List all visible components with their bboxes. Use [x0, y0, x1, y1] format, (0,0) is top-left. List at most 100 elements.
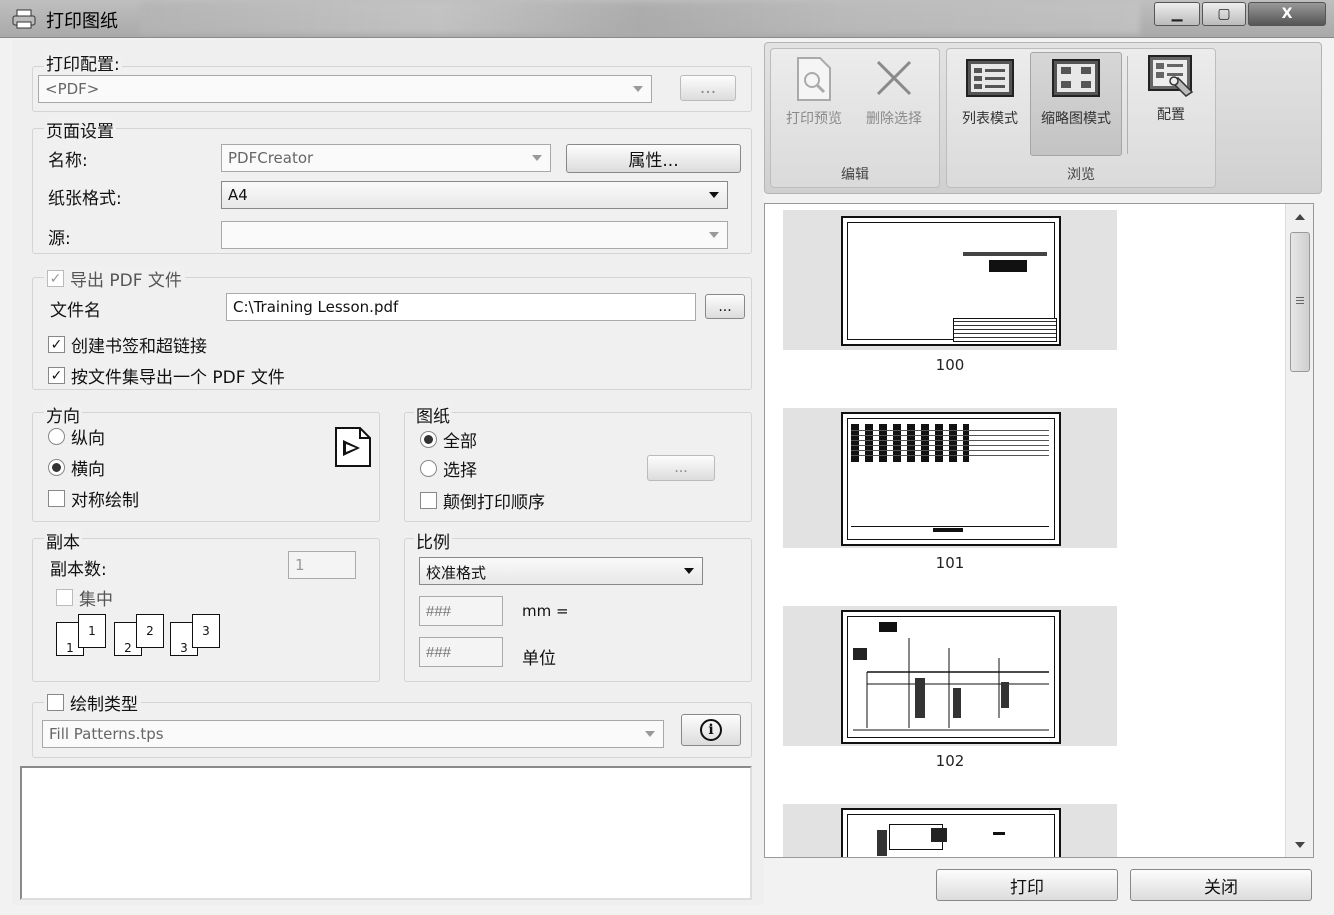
config-button[interactable]: 配置 — [1134, 52, 1208, 124]
chevron-down-icon — [709, 232, 719, 238]
scale-units-input[interactable] — [419, 637, 503, 667]
printer-name-dropdown[interactable]: PDFCreator — [221, 144, 551, 172]
draw-type-checkbox[interactable] — [47, 694, 64, 711]
symmetric-option[interactable]: 对称绘制 — [48, 486, 139, 511]
chevron-down-icon — [709, 192, 719, 198]
sheets-select-more-button[interactable]: ... — [647, 455, 715, 481]
close-window-button[interactable]: X — [1248, 2, 1326, 26]
reverse-order-option[interactable]: 颠倒打印顺序 — [420, 488, 545, 513]
window-title: 打印图纸 — [46, 11, 118, 32]
maximize-button[interactable]: ▢ — [1202, 2, 1246, 26]
sheet-preview — [841, 412, 1061, 546]
scroll-down-icon[interactable] — [1295, 842, 1305, 848]
thumbnail-panel[interactable]: 100 101 102 — [764, 203, 1314, 858]
export-pdf-toggle[interactable]: ✓ 导出 PDF 文件 — [44, 266, 185, 291]
print-config-dropdown[interactable]: <PDF> — [38, 75, 652, 103]
info-button[interactable]: i — [681, 714, 741, 746]
symmetric-checkbox[interactable] — [48, 490, 65, 507]
delete-selection-button[interactable]: 删除选择 — [856, 56, 932, 128]
scale-value: 校准格式 — [426, 564, 487, 582]
collate-checkbox[interactable] — [56, 589, 73, 606]
export-pdf-checkbox[interactable]: ✓ — [47, 270, 64, 287]
single-pdf-checkbox[interactable]: ✓ — [48, 367, 65, 384]
scale-units-label: 单位 — [522, 649, 556, 669]
config-label: 配置 — [1157, 107, 1185, 123]
print-preview-icon — [797, 57, 831, 101]
browse-file-button[interactable]: ... — [705, 294, 745, 319]
thumbnail-scrollbar[interactable] — [1285, 204, 1313, 857]
sheet-preview — [841, 216, 1061, 346]
delete-x-icon — [876, 60, 912, 96]
filename-input[interactable]: C:\Training Lesson.pdf — [226, 293, 696, 321]
single-pdf-label: 按文件集导出一个 PDF 文件 — [71, 368, 285, 388]
sheet-preview — [841, 808, 1061, 857]
list-mode-label: 列表模式 — [962, 111, 1018, 127]
scroll-up-icon[interactable] — [1295, 214, 1305, 220]
paper-format-label: 纸张格式: — [48, 189, 122, 209]
thumbnail-label: 101 — [935, 554, 965, 572]
print-preview-label: 打印预览 — [786, 111, 842, 127]
reverse-order-label: 颠倒打印顺序 — [443, 493, 545, 513]
draw-type-dropdown[interactable]: Fill Patterns.tps — [42, 720, 664, 748]
thumbnail-mode-icon — [1052, 59, 1100, 97]
sheet-thumbnail-102[interactable] — [783, 606, 1117, 746]
single-pdf-option[interactable]: ✓ 按文件集导出一个 PDF 文件 — [48, 363, 285, 388]
close-button[interactable]: 关闭 — [1130, 869, 1312, 901]
print-button[interactable]: 打印 — [936, 869, 1118, 901]
portrait-option[interactable]: 纵向 — [48, 424, 105, 449]
copy-page-icon: 1 — [78, 614, 106, 648]
landscape-option[interactable]: 横向 — [48, 455, 105, 480]
collate-option[interactable]: 集中 — [56, 585, 113, 610]
minimize-button[interactable]: ▁ — [1154, 2, 1200, 26]
list-mode-icon — [966, 59, 1014, 97]
draw-type-option[interactable]: 绘制类型 — [44, 690, 141, 715]
sheets-all-option[interactable]: 全部 — [420, 427, 477, 452]
copies-count-input[interactable]: 1 — [288, 551, 356, 579]
chevron-down-icon — [532, 155, 542, 161]
copies-count-label: 副本数: — [50, 560, 107, 580]
portrait-label: 纵向 — [71, 429, 105, 449]
printer-name-value: PDFCreator — [228, 149, 314, 167]
sheets-select-option[interactable]: 选择 — [420, 456, 477, 481]
bookmarks-checkbox[interactable]: ✓ — [48, 336, 65, 353]
print-preview-button[interactable]: 打印预览 — [776, 56, 852, 128]
message-area[interactable] — [20, 766, 752, 900]
copies-legend: 副本 — [44, 528, 82, 553]
scale-dropdown[interactable]: 校准格式 — [419, 557, 703, 585]
list-mode-button[interactable]: 列表模式 — [952, 56, 1028, 128]
sheets-legend: 图纸 — [414, 402, 452, 427]
page-setup-legend: 页面设置 — [44, 117, 116, 142]
printer-icon — [12, 9, 36, 29]
paper-format-value: A4 — [228, 186, 248, 204]
scale-mm-input[interactable] — [419, 596, 503, 626]
thumbnail-mode-button[interactable]: 缩略图模式 — [1036, 56, 1116, 128]
sheets-select-label: 选择 — [443, 461, 477, 481]
scale-mm-unit: mm = — [522, 602, 569, 620]
reverse-order-checkbox[interactable] — [420, 492, 437, 509]
sheet-thumbnail-next[interactable] — [783, 804, 1117, 857]
draw-type-value: Fill Patterns.tps — [49, 725, 164, 743]
paper-format-dropdown[interactable]: A4 — [221, 181, 728, 209]
portrait-radio[interactable] — [48, 428, 65, 445]
edit-group-label: 编辑 — [841, 167, 869, 183]
export-pdf-label: 导出 PDF 文件 — [70, 271, 182, 291]
sheet-thumbnail-101[interactable] — [783, 408, 1117, 548]
collate-icon: 1 1 2 2 3 3 — [56, 614, 226, 660]
title-bar[interactable] — [0, 0, 1334, 38]
chevron-down-icon — [684, 568, 694, 574]
scroll-thumb[interactable] — [1290, 232, 1310, 372]
landscape-label: 横向 — [71, 460, 105, 480]
source-label: 源: — [48, 229, 71, 249]
print-config-more-button[interactable]: ... — [680, 75, 736, 101]
sheet-thumbnail-100[interactable] — [783, 210, 1117, 350]
sheets-all-radio[interactable] — [420, 431, 437, 448]
delete-selection-label: 删除选择 — [866, 111, 922, 127]
source-dropdown[interactable] — [221, 221, 728, 249]
sheets-select-radio[interactable] — [420, 460, 437, 477]
chevron-down-icon — [633, 86, 643, 92]
sheets-all-label: 全部 — [443, 432, 477, 452]
properties-button[interactable]: 属性... — [566, 144, 741, 173]
landscape-radio[interactable] — [48, 459, 65, 476]
print-config-legend: 打印配置: — [44, 50, 122, 75]
bookmarks-option[interactable]: ✓ 创建书签和超链接 — [48, 332, 207, 357]
